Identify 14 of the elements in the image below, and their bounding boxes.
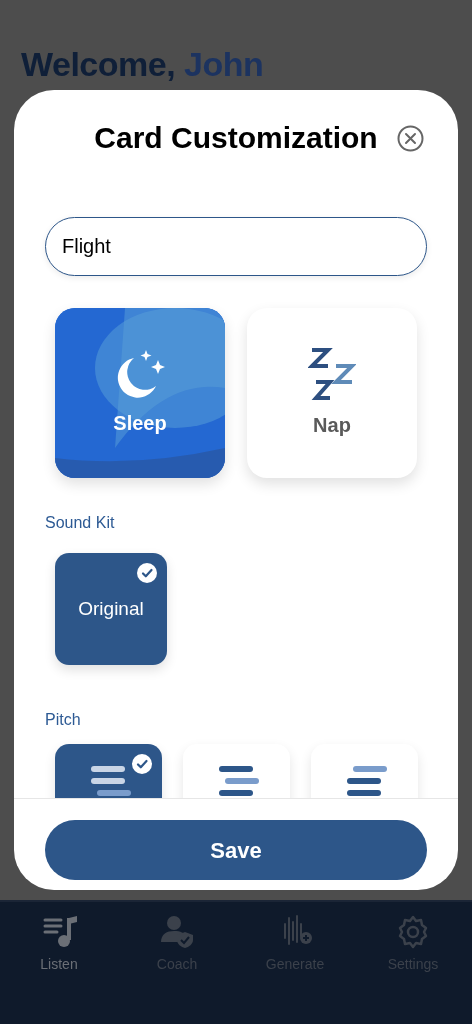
section-label: Pitch	[45, 710, 82, 730]
tab-item[interactable]: Listen	[0, 902, 118, 1024]
close-button[interactable]	[397, 125, 424, 152]
section-label: Sound Kit	[45, 513, 116, 533]
modal-title: Card Customization	[94, 120, 378, 156]
sound-kit-tile[interactable]: Original	[55, 553, 167, 665]
close-icon	[397, 125, 424, 152]
name-input-field[interactable]: Flight	[45, 217, 427, 276]
save-button[interactable]: Save	[45, 820, 427, 880]
card-type-tile[interactable]: Nap	[247, 308, 417, 478]
person-check-icon	[159, 914, 195, 950]
music-note-icon	[41, 914, 77, 950]
card-type-tile[interactable]: Sleep	[55, 308, 225, 478]
zzz-icon	[308, 346, 356, 402]
